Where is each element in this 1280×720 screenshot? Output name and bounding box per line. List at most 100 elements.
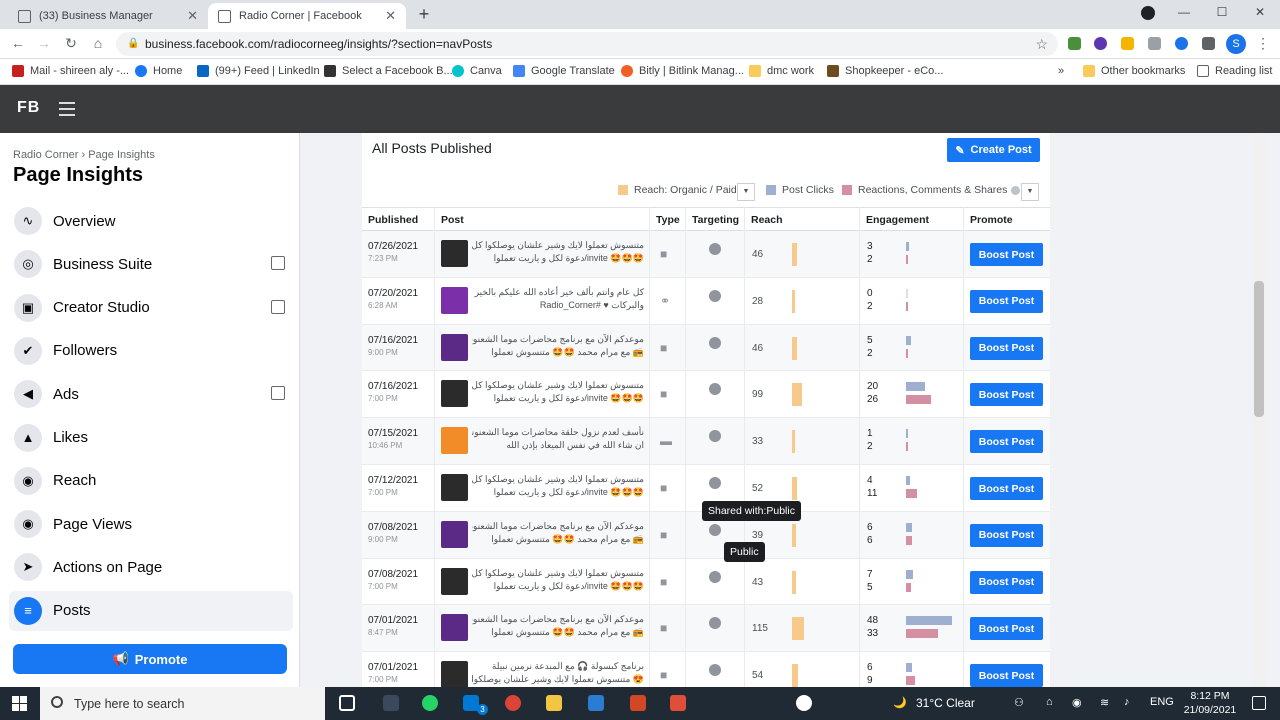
extension-icon[interactable]: [1175, 37, 1188, 50]
address-bar[interactable]: 🔒 business.facebook.com/radiocorneeg/ins…: [116, 32, 1058, 56]
post-thumbnail[interactable]: [441, 614, 468, 642]
language-indicator[interactable]: ENG: [1150, 696, 1174, 708]
sidebar-item-reach[interactable]: ◉ Reach: [9, 461, 293, 501]
scrollbar-thumb[interactable]: [1254, 281, 1264, 417]
weather-text[interactable]: 31°C Clear: [916, 696, 975, 710]
file-explorer-icon[interactable]: [546, 695, 562, 711]
boost-post-button[interactable]: Boost Post: [970, 289, 1043, 313]
bookmark-star-icon[interactable]: ☆: [1035, 32, 1048, 56]
post-thumbnail[interactable]: [441, 661, 468, 687]
help-icon[interactable]: [796, 695, 812, 711]
globe-icon[interactable]: [709, 289, 721, 302]
table-row[interactable]: 07/16/2021 9:00 PM موعدكم الآن مع برنامج م…: [362, 324, 1050, 372]
minimize-button[interactable]: —: [1174, 5, 1194, 19]
globe-icon[interactable]: [709, 617, 721, 630]
post-text[interactable]: موعدكم الآن مع برنامج محاضرات موما الشعن…: [472, 333, 644, 359]
boost-post-button[interactable]: Boost Post: [970, 430, 1043, 454]
sidebar-item-likes[interactable]: ▲ Likes: [9, 418, 293, 458]
notifications-icon[interactable]: [1252, 696, 1266, 710]
post-text[interactable]: متنسوش تعملوا لايك وشير علشان يوصلكوا كل…: [472, 239, 644, 265]
external-link-icon[interactable]: [271, 386, 285, 401]
wifi-icon[interactable]: ≋: [1100, 696, 1109, 709]
post-text[interactable]: برنامج كبسولة 🎧 مع المبدعة نرمين نبيلة 😍 …: [472, 660, 644, 686]
globe-icon[interactable]: [709, 523, 721, 536]
fb-logo[interactable]: FB: [17, 99, 40, 117]
sidebar-item-actions-on-page[interactable]: ➤ Actions on Page: [9, 547, 293, 587]
extension-icon[interactable]: [1148, 37, 1161, 50]
boost-post-button[interactable]: Boost Post: [970, 570, 1043, 594]
globe-icon[interactable]: [709, 336, 721, 349]
column-published[interactable]: Published: [368, 214, 418, 226]
promote-button[interactable]: 📢 Promote: [13, 644, 287, 674]
post-text[interactable]: موعدكم الآن مع برنامج محاضرات موما الشعن…: [472, 613, 644, 639]
boost-post-button[interactable]: Boost Post: [970, 243, 1043, 266]
bookmark-bitly[interactable]: Bitly | Bitlink Manag...: [621, 65, 744, 77]
post-thumbnail[interactable]: [441, 427, 468, 455]
browser-menu-icon[interactable]: ⋮: [1254, 35, 1272, 52]
bookmark-canva[interactable]: Canva: [452, 65, 502, 77]
boost-post-button[interactable]: Boost Post: [970, 617, 1043, 641]
people-icon[interactable]: ⚇: [1014, 696, 1024, 709]
boost-post-button[interactable]: Boost Post: [970, 477, 1043, 500]
maximize-button[interactable]: ☐: [1212, 5, 1232, 19]
tray-icon[interactable]: ⌂: [1046, 696, 1053, 708]
sidebar-item-page-views[interactable]: ◉ Page Views: [9, 504, 293, 544]
windows-start-icon[interactable]: [12, 696, 27, 711]
hamburger-menu-icon[interactable]: [59, 102, 75, 120]
post-thumbnail[interactable]: [441, 474, 468, 501]
globe-icon[interactable]: [709, 570, 721, 583]
forward-icon[interactable]: →: [35, 35, 53, 51]
globe-icon[interactable]: [709, 383, 721, 396]
create-post-button[interactable]: ✎ Create Post: [947, 138, 1040, 162]
home-icon[interactable]: ⌂: [89, 35, 107, 51]
other-bookmarks[interactable]: Other bookmarks: [1083, 65, 1185, 77]
bookmark-shopkeeper[interactable]: Shopkeeper - eCo...: [827, 65, 943, 77]
post-text[interactable]: متنسوش تعملوا لايك وشير علشان يوصلكوا كل…: [472, 473, 644, 499]
post-text[interactable]: كل عام وانتم بألف خير أعاده الله عليكم ب…: [472, 286, 644, 312]
boost-post-button[interactable]: Boost Post: [970, 664, 1043, 687]
sidebar-item-posts[interactable]: ≡ Posts: [9, 590, 293, 631]
powerpoint-icon[interactable]: [630, 695, 646, 711]
bookmark-linkedin[interactable]: (99+) Feed | LinkedIn: [197, 65, 320, 77]
bookmark-mail[interactable]: Mail - shireen aly -...: [12, 65, 129, 77]
sidebar-item-overview[interactable]: ∿ Overview: [9, 201, 293, 241]
globe-icon[interactable]: [709, 243, 721, 255]
bookmarks-overflow-icon[interactable]: »: [1058, 65, 1064, 77]
boost-post-button[interactable]: Boost Post: [970, 383, 1043, 407]
column-type[interactable]: Type: [656, 214, 680, 226]
extension-chart-icon[interactable]: [1068, 37, 1081, 50]
table-row[interactable]: 07/01/2021 8:47 PM موعدكم الآن مع برنامج م…: [362, 605, 1050, 653]
table-row[interactable]: 07/26/2021 7:23 PM متنسوش تعملوا لايك وشير…: [362, 231, 1050, 278]
globe-icon[interactable]: [709, 477, 721, 489]
breadcrumb[interactable]: Radio Corner › Page Insights: [13, 149, 155, 161]
tray-icon[interactable]: ◉: [1072, 696, 1082, 709]
reload-icon[interactable]: ↻: [62, 35, 80, 52]
volume-icon[interactable]: ♪: [1124, 696, 1130, 708]
extension-icon[interactable]: [1094, 37, 1107, 50]
column-post[interactable]: Post: [441, 214, 464, 226]
post-thumbnail[interactable]: [441, 286, 468, 314]
post-thumbnail[interactable]: [441, 380, 468, 408]
external-link-icon[interactable]: [271, 299, 285, 314]
sidebar-item-business-suite[interactable]: ◎ Business Suite: [9, 244, 293, 284]
sidebar-item-creator-studio[interactable]: ▣ Creator Studio: [9, 288, 293, 328]
sidebar-item-ads[interactable]: ◀ Ads: [9, 374, 293, 414]
whatsapp-icon[interactable]: [422, 695, 438, 711]
google-drive-icon[interactable]: [1121, 37, 1134, 50]
post-thumbnail[interactable]: [441, 567, 468, 595]
table-row[interactable]: 07/08/2021 7:00 PM متنسوش تعملوا لايك وشير…: [362, 559, 1050, 606]
close-window-button[interactable]: ✕: [1250, 5, 1270, 19]
boost-post-button[interactable]: Boost Post: [970, 336, 1043, 360]
globe-icon[interactable]: [709, 430, 721, 443]
clock[interactable]: 8:12 PM 21/09/2021: [1180, 690, 1240, 716]
column-targeting[interactable]: Targeting: [692, 214, 739, 226]
external-link-icon[interactable]: [271, 256, 285, 271]
post-text[interactable]: متنسوش تعملوا لايك وشير علشان يوصلكوا كل…: [472, 379, 644, 405]
table-row[interactable]: 07/20/2021 6:28 AM كل عام وانتم بألف خير أ…: [362, 278, 1050, 325]
taskbar-search-input[interactable]: Type here to search: [40, 687, 325, 720]
post-thumbnail[interactable]: [441, 240, 468, 267]
media-control-icon[interactable]: [1138, 6, 1158, 23]
reading-list[interactable]: Reading list: [1197, 65, 1272, 77]
engagement-dropdown-button[interactable]: ▼: [1021, 183, 1039, 201]
task-view-icon[interactable]: [339, 695, 355, 711]
